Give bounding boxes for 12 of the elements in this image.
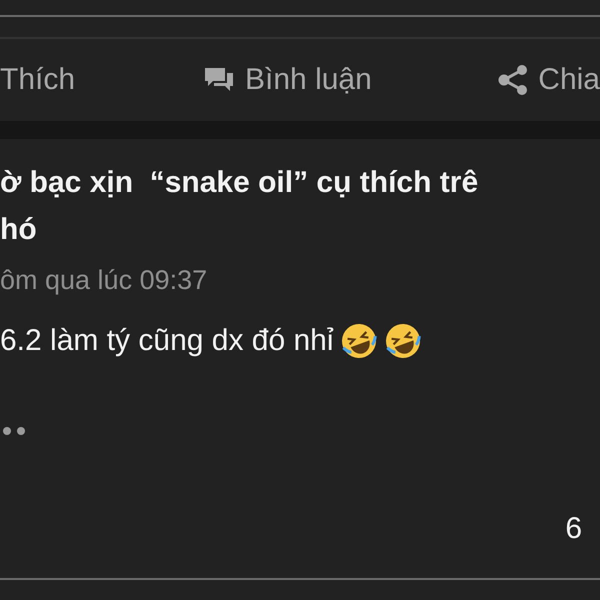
post-time: ôm qua lúc 09:37 (0, 265, 208, 296)
comment-button[interactable]: Bình luận (203, 63, 372, 97)
laughing-emoji-icon (384, 322, 422, 360)
post-title: hó (0, 212, 38, 248)
share-button[interactable]: Chia (498, 63, 600, 97)
like-button[interactable]: Thích (0, 63, 76, 97)
share-icon (498, 65, 528, 95)
more-icon[interactable] (2, 426, 26, 436)
post-title: ờ bạc xịn “snake oil” cụ thích trê (0, 165, 480, 201)
post-text: 6.2 làm tý cũng dx đó nhỉ (0, 324, 334, 358)
laughing-emoji-icon (340, 322, 378, 360)
comment-count: 6 (565, 512, 582, 546)
